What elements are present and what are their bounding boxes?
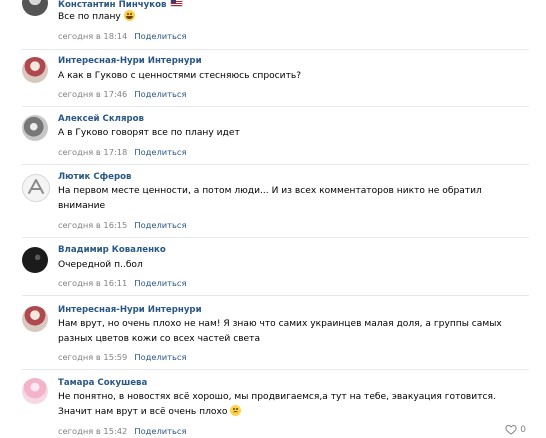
avatar[interactable] <box>22 57 48 83</box>
comment-text: А в Гуково говорят все по плану идет <box>58 126 528 141</box>
comment-separator <box>22 164 529 165</box>
us-flag-icon <box>170 0 184 7</box>
comment-separator <box>22 295 529 296</box>
avatar[interactable] <box>22 174 50 202</box>
author-name[interactable]: Тамара Сокушева <box>58 378 147 388</box>
like-count: 0 <box>520 424 526 435</box>
avatar[interactable] <box>22 378 48 404</box>
author-name[interactable]: Интересная-Нури Интернури <box>58 305 202 315</box>
comment-text-content: А как в Гуково с ценностями стесняюсь сп… <box>58 71 302 81</box>
author-name[interactable]: Лютик Сферов <box>58 172 131 182</box>
comment-separator <box>22 106 529 107</box>
comment-text: А как в Гуково с ценностями стесняюсь сп… <box>58 69 528 84</box>
like-button[interactable]: 0 <box>505 424 526 435</box>
comment-text-content: Не понятно, в новостях всё хорошо, мы пр… <box>58 392 496 417</box>
comment-separator <box>22 49 529 50</box>
comment-author[interactable]: Интересная-Нури Интернури <box>58 55 202 67</box>
comment-meta: сегодня в 15:59 Поделиться <box>58 351 186 363</box>
heart-icon <box>505 425 517 435</box>
comment-date[interactable]: сегодня в 15:59 <box>58 352 127 362</box>
avatar[interactable] <box>22 0 48 16</box>
comment-meta: сегодня в 18:14 Поделиться <box>58 30 186 42</box>
comment-author[interactable]: Интересная-Нури Интернури <box>58 304 202 316</box>
worried-emoji-icon <box>230 405 242 416</box>
comment-text: Все по плану <box>58 10 528 25</box>
rofl-emoji-icon <box>123 10 135 21</box>
comment-author[interactable]: Владимир Коваленко <box>58 244 166 256</box>
author-name[interactable]: Владимир Коваленко <box>58 245 166 255</box>
share-link[interactable]: Поделиться <box>134 89 186 99</box>
avatar[interactable] <box>22 306 48 332</box>
comment-text-content: А в Гуково говорят все по плану идет <box>58 128 240 138</box>
author-name[interactable]: Интересная-Нури Интернури <box>58 56 202 66</box>
share-link[interactable]: Поделиться <box>134 352 186 362</box>
comment-text-content: Очередной п..бол <box>58 260 143 270</box>
comment-text: Не понятно, в новостях всё хорошо, мы пр… <box>58 390 528 420</box>
share-link[interactable]: Поделиться <box>134 278 186 288</box>
avatar[interactable] <box>22 115 48 141</box>
share-link[interactable]: Поделиться <box>134 426 186 436</box>
comment-separator <box>22 237 529 238</box>
comment-text: Очередной п..бол <box>58 258 528 273</box>
avatar-placeholder-icon <box>28 179 44 194</box>
comment-text-content: Все по плану <box>58 12 121 22</box>
comment-meta: сегодня в 17:18 Поделиться <box>58 146 186 158</box>
comment-text: На первом месте ценности, а потом люди..… <box>58 184 528 214</box>
comment-date[interactable]: сегодня в 17:18 <box>58 147 127 157</box>
comment-meta: сегодня в 16:15 Поделиться <box>58 219 186 231</box>
comment-date[interactable]: сегодня в 16:11 <box>58 278 127 288</box>
share-link[interactable]: Поделиться <box>134 147 186 157</box>
comment-meta: сегодня в 17:46 Поделиться <box>58 88 186 100</box>
comment-text-content: На первом месте ценности, а потом люди..… <box>58 186 482 211</box>
comment-separator <box>22 369 529 370</box>
share-link[interactable]: Поделиться <box>134 220 186 230</box>
comment-meta: сегодня в 15:42 Поделиться <box>58 425 186 437</box>
comment-date[interactable]: сегодня в 17:46 <box>58 89 127 99</box>
comment-text-content: Нам врут, но очень плохо не нам! Я знаю … <box>58 319 502 344</box>
author-name[interactable]: Алексей Скляров <box>58 114 144 124</box>
comment-author[interactable]: Лютик Сферов <box>58 171 131 183</box>
comment-text: Нам врут, но очень плохо не нам! Я знаю … <box>58 317 528 347</box>
comment-date[interactable]: сегодня в 18:14 <box>58 31 127 41</box>
comment-author[interactable]: Алексей Скляров <box>58 113 144 125</box>
comment-date[interactable]: сегодня в 15:42 <box>58 426 127 436</box>
avatar[interactable] <box>22 247 48 273</box>
comment-meta: сегодня в 16:11 Поделиться <box>58 277 186 289</box>
comment-date[interactable]: сегодня в 16:15 <box>58 220 127 230</box>
author-name[interactable]: Константин Пинчуков <box>58 0 166 10</box>
comment-author[interactable]: Тамара Сокушева <box>58 377 147 389</box>
share-link[interactable]: Поделиться <box>134 31 186 41</box>
